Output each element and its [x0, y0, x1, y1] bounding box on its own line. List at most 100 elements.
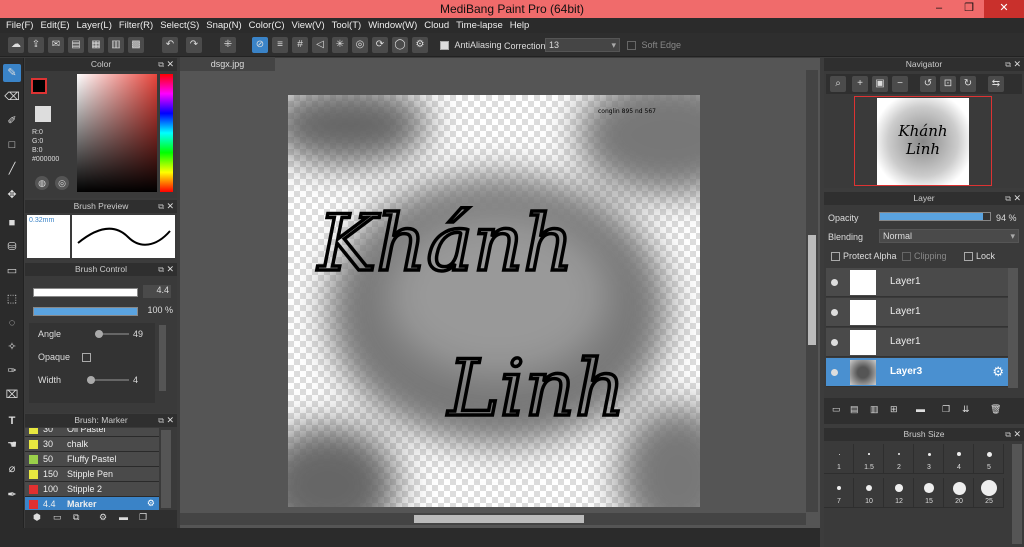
- close-icon[interactable]: ✕: [166, 263, 174, 276]
- snap-parallel-icon[interactable]: ≡: [272, 37, 288, 53]
- menu-window[interactable]: Window(W): [368, 20, 417, 31]
- close-icon[interactable]: ✕: [166, 58, 174, 71]
- brush-list-item[interactable]: 50 Fluffy Pastel: [25, 452, 159, 467]
- popout-icon[interactable]: ⧉: [1005, 58, 1011, 71]
- folder-icon[interactable]: ▬: [119, 512, 128, 522]
- pen-tool-icon[interactable]: ✒: [3, 486, 21, 504]
- copy-brush-icon[interactable]: ⧉: [73, 512, 79, 523]
- drawing-canvas[interactable]: Khánh Linh conglin 895 nd 567: [288, 95, 700, 507]
- snap-ellipse-icon[interactable]: ◯: [392, 37, 408, 53]
- maximize-button[interactable]: ❐: [954, 0, 984, 18]
- brush-list-item[interactable]: 100 Stipple 2: [25, 482, 159, 497]
- brush-list-item[interactable]: 150 Stipple Pen: [25, 467, 159, 482]
- menu-color[interactable]: Color(C): [249, 20, 285, 31]
- document-tab[interactable]: dsgx.jpg: [180, 57, 275, 71]
- rotate-left-icon[interactable]: ↺: [920, 76, 936, 92]
- text-tool-icon[interactable]: T: [3, 412, 21, 430]
- brush-list-item[interactable]: 30 chalk: [25, 437, 159, 452]
- hue-slider[interactable]: [160, 74, 173, 192]
- snap-circle-icon[interactable]: ◎: [352, 37, 368, 53]
- layer-opacity-slider[interactable]: [879, 212, 991, 221]
- menu-filter[interactable]: Filter(R): [119, 20, 153, 31]
- fit-icon[interactable]: ▣: [872, 76, 888, 92]
- menu-layer[interactable]: Layer(L): [77, 20, 112, 31]
- close-button[interactable]: ✕: [984, 0, 1024, 18]
- brush-size-cell[interactable]: 2: [884, 444, 914, 474]
- select-rect-icon[interactable]: ⬚: [3, 290, 21, 308]
- cloud-icon[interactable]: ☁: [8, 37, 24, 53]
- visibility-toggle[interactable]: [831, 279, 838, 286]
- rect-shape-icon[interactable]: □: [3, 136, 21, 154]
- popout-icon[interactable]: ⧉: [158, 200, 164, 213]
- gear-icon[interactable]: ⚙: [147, 498, 155, 509]
- redo-icon[interactable]: ↷: [186, 37, 202, 53]
- menu-file[interactable]: File(F): [6, 20, 33, 31]
- menu-cloud[interactable]: Cloud: [424, 20, 449, 31]
- protect-alpha-checkbox[interactable]: [831, 252, 840, 261]
- select-pen-icon[interactable]: ✑: [3, 362, 21, 380]
- new-halftone-layer-icon[interactable]: ▤: [850, 404, 859, 415]
- snap-off-icon[interactable]: ⊘: [252, 37, 268, 53]
- menu-help[interactable]: Help: [510, 20, 530, 31]
- angle-slider[interactable]: [95, 330, 129, 338]
- soft-edge-checkbox[interactable]: [627, 41, 636, 51]
- opaque-checkbox[interactable]: [82, 353, 91, 362]
- close-icon[interactable]: ✕: [1013, 428, 1021, 441]
- flip-icon[interactable]: ⇆: [988, 76, 1004, 92]
- move-tool-icon[interactable]: ✥: [3, 186, 21, 204]
- zoom-out-icon[interactable]: −: [892, 76, 908, 92]
- fill-rect-icon[interactable]: ■: [3, 214, 21, 232]
- popout-icon[interactable]: ⧉: [158, 58, 164, 71]
- new-8bit-layer-icon[interactable]: ▥: [870, 404, 879, 415]
- palette-add-icon[interactable]: ◎: [55, 176, 69, 190]
- brush-opacity-slider[interactable]: [33, 307, 138, 316]
- horizontal-scrollbar[interactable]: [180, 513, 806, 525]
- brush-list-scrollbar[interactable]: [161, 430, 171, 508]
- undo-icon[interactable]: ↶: [162, 37, 178, 53]
- brush-size-cell[interactable]: 5: [974, 444, 1004, 474]
- saturation-value-picker[interactable]: [77, 74, 157, 192]
- snap-perspective-icon[interactable]: ◁: [312, 37, 328, 53]
- popout-icon[interactable]: ⧉: [158, 414, 164, 427]
- snap-radial-icon[interactable]: ✳: [332, 37, 348, 53]
- width-slider-knob[interactable]: [87, 376, 95, 384]
- close-icon[interactable]: ✕: [166, 414, 174, 427]
- grid-icon[interactable]: ▩: [128, 37, 144, 53]
- gear-icon[interactable]: ⚙: [992, 364, 1004, 380]
- eraser-tool-icon[interactable]: ⌫: [3, 88, 21, 106]
- close-icon[interactable]: ✕: [1013, 192, 1021, 205]
- select-eraser-icon[interactable]: ⌧: [3, 386, 21, 404]
- add-brush-icon[interactable]: ⬢: [33, 512, 41, 523]
- new-layer-icon[interactable]: ▭: [832, 404, 841, 415]
- line-tool-icon[interactable]: ╱: [3, 160, 21, 178]
- lock-checkbox[interactable]: [964, 252, 973, 261]
- menu-select[interactable]: Select(S): [160, 20, 199, 31]
- correction-select[interactable]: 13 ▾: [545, 38, 620, 52]
- brush-settings-icon[interactable]: ⚙: [99, 512, 107, 523]
- brush-size-cell[interactable]: 1.5: [854, 444, 884, 474]
- primary-color-swatch[interactable]: [31, 78, 47, 94]
- visibility-toggle[interactable]: [831, 309, 838, 316]
- visibility-toggle[interactable]: [831, 369, 838, 376]
- brush-list-item[interactable]: 4.4 Marker ⚙: [25, 497, 159, 510]
- merge-down-icon[interactable]: ⇊: [962, 404, 970, 415]
- popout-icon[interactable]: ⧉: [1005, 192, 1011, 205]
- minimize-button[interactable]: –: [924, 0, 954, 18]
- comment-icon[interactable]: ✉: [48, 37, 64, 53]
- new-brush-icon[interactable]: ▭: [53, 512, 62, 523]
- layer-scrollbar[interactable]: [1008, 268, 1018, 388]
- brush-size-scrollbar[interactable]: [1012, 444, 1022, 544]
- angle-slider-knob[interactable]: [95, 330, 103, 338]
- hand-tool-icon[interactable]: ☚: [3, 436, 21, 454]
- zoom-icon[interactable]: ⌕: [830, 76, 846, 92]
- close-icon[interactable]: ✕: [1013, 58, 1021, 71]
- menu-snap[interactable]: Snap(N): [206, 20, 241, 31]
- gradient-icon[interactable]: ▭: [3, 262, 21, 280]
- page-icon[interactable]: ▦: [88, 37, 104, 53]
- brush-control-scrollbar[interactable]: [159, 325, 166, 391]
- zoom-in-icon[interactable]: +: [852, 76, 868, 92]
- brush-size-cell[interactable]: 20: [944, 478, 974, 508]
- layer-row[interactable]: Layer1: [826, 298, 1008, 327]
- snap-settings-icon[interactable]: ⚙: [412, 37, 428, 53]
- clipping-checkbox[interactable]: [902, 252, 911, 261]
